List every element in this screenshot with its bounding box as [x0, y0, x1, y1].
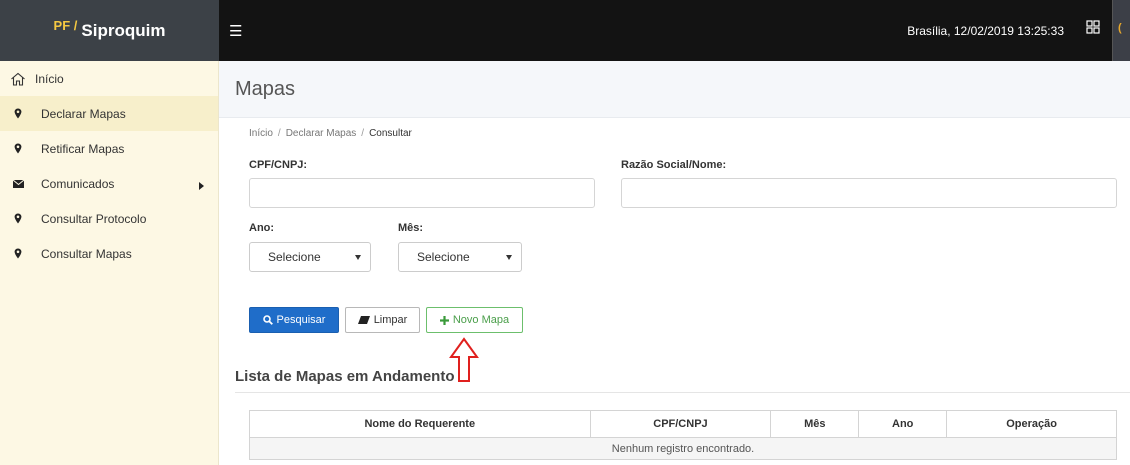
clear-button-label: Limpar [373, 314, 408, 326]
page-title: Mapas [235, 78, 296, 100]
user-menu-edge-text: ( [1118, 22, 1122, 34]
empty-table-message: Nenhum registro encontrado. [249, 437, 1117, 460]
sidebar-item-retificar-mapas[interactable]: Retificar Mapas [0, 131, 218, 166]
map-marker-icon [9, 108, 27, 119]
new-map-button-label: Novo Mapa [452, 314, 510, 326]
razao-social-input[interactable] [621, 178, 1117, 208]
datetime-display: Brasília, 12/02/2019 13:25:33 [907, 24, 1064, 38]
home-icon [9, 72, 27, 86]
breadcrumb-link-inicio[interactable]: Início [249, 128, 273, 139]
sidebar-item-consultar-mapas[interactable]: Consultar Mapas [0, 236, 218, 271]
maps-table: Nome do Requerente CPF/CNPJ Mês Ano Oper… [249, 410, 1117, 460]
map-marker-icon [9, 248, 27, 259]
column-header-cpf-cnpj[interactable]: CPF/CNPJ [589, 410, 772, 438]
map-marker-icon [9, 143, 27, 154]
apps-grid-icon[interactable] [1086, 20, 1100, 34]
cpf-cnpj-input[interactable] [249, 178, 595, 208]
search-button-label: Pesquisar [276, 314, 326, 326]
new-map-button[interactable]: Novo Mapa [426, 307, 523, 333]
ano-label: Ano: [249, 222, 275, 234]
breadcrumb: Início / Declarar Mapas / Consultar [249, 128, 412, 139]
sidebar-item-label: Comunicados [41, 176, 115, 191]
list-section-title: Lista de Mapas em Andamento [235, 368, 455, 385]
brand-logo[interactable]: PF / Siproquim [0, 0, 219, 61]
sidebar-item-label: Consultar Mapas [41, 246, 132, 261]
table-row: Nenhum registro encontrado. [249, 437, 1117, 460]
sidebar-item-consultar-protocolo[interactable]: Consultar Protocolo [0, 201, 218, 236]
sidebar-item-label: Início [35, 71, 64, 86]
top-bar: ☰ Brasília, 12/02/2019 13:25:33 ( [219, 0, 1130, 61]
sidebar: Início Declarar Mapas Retificar Mapas Co… [0, 61, 219, 465]
column-header-operacao[interactable]: Operação [946, 410, 1117, 438]
chevron-right-icon [199, 179, 204, 193]
envelope-icon [9, 179, 27, 188]
cpf-cnpj-label: CPF/CNPJ: [249, 159, 308, 171]
breadcrumb-separator: / [361, 128, 365, 139]
column-header-nome[interactable]: Nome do Requerente [249, 410, 591, 438]
table-header-row: Nome do Requerente CPF/CNPJ Mês Ano Oper… [249, 410, 1117, 438]
brand-prefix: PF / [53, 18, 78, 33]
clear-button[interactable]: Limpar [345, 307, 420, 333]
column-header-ano[interactable]: Ano [858, 410, 948, 438]
brand-name: Siproquim [81, 20, 166, 40]
page-header: Mapas [219, 61, 1130, 118]
caret-down-icon [506, 255, 512, 260]
ano-select-value: Selecione [268, 250, 321, 264]
column-header-mes[interactable]: Mês [770, 410, 860, 438]
breadcrumb-link-declarar-mapas[interactable]: Declarar Mapas [286, 128, 357, 139]
ano-select[interactable]: Selecione [249, 242, 371, 272]
caret-down-icon [355, 255, 361, 260]
menu-toggle-icon[interactable]: ☰ [229, 24, 242, 39]
sidebar-item-label: Consultar Protocolo [41, 211, 147, 226]
sidebar-item-declarar-mapas[interactable]: Declarar Mapas [0, 96, 218, 131]
breadcrumb-separator: / [277, 128, 281, 139]
sidebar-item-label: Retificar Mapas [41, 141, 125, 156]
razao-social-label: Razão Social/Nome: [621, 159, 727, 171]
sidebar-item-comunicados[interactable]: Comunicados [0, 166, 218, 201]
mes-label: Mês: [398, 222, 424, 234]
search-icon [262, 315, 273, 325]
breadcrumb-current: Consultar [369, 128, 412, 139]
plus-icon [439, 315, 449, 325]
user-menu-edge[interactable]: ( [1112, 0, 1130, 61]
mes-select-value: Selecione [417, 250, 470, 264]
sidebar-item-label: Declarar Mapas [41, 106, 126, 121]
map-marker-icon [9, 213, 27, 224]
section-divider [235, 392, 1130, 393]
sidebar-item-inicio[interactable]: Início [0, 61, 218, 96]
mes-select[interactable]: Selecione [398, 242, 522, 272]
search-button[interactable]: Pesquisar [249, 307, 339, 333]
eraser-icon [357, 316, 370, 324]
